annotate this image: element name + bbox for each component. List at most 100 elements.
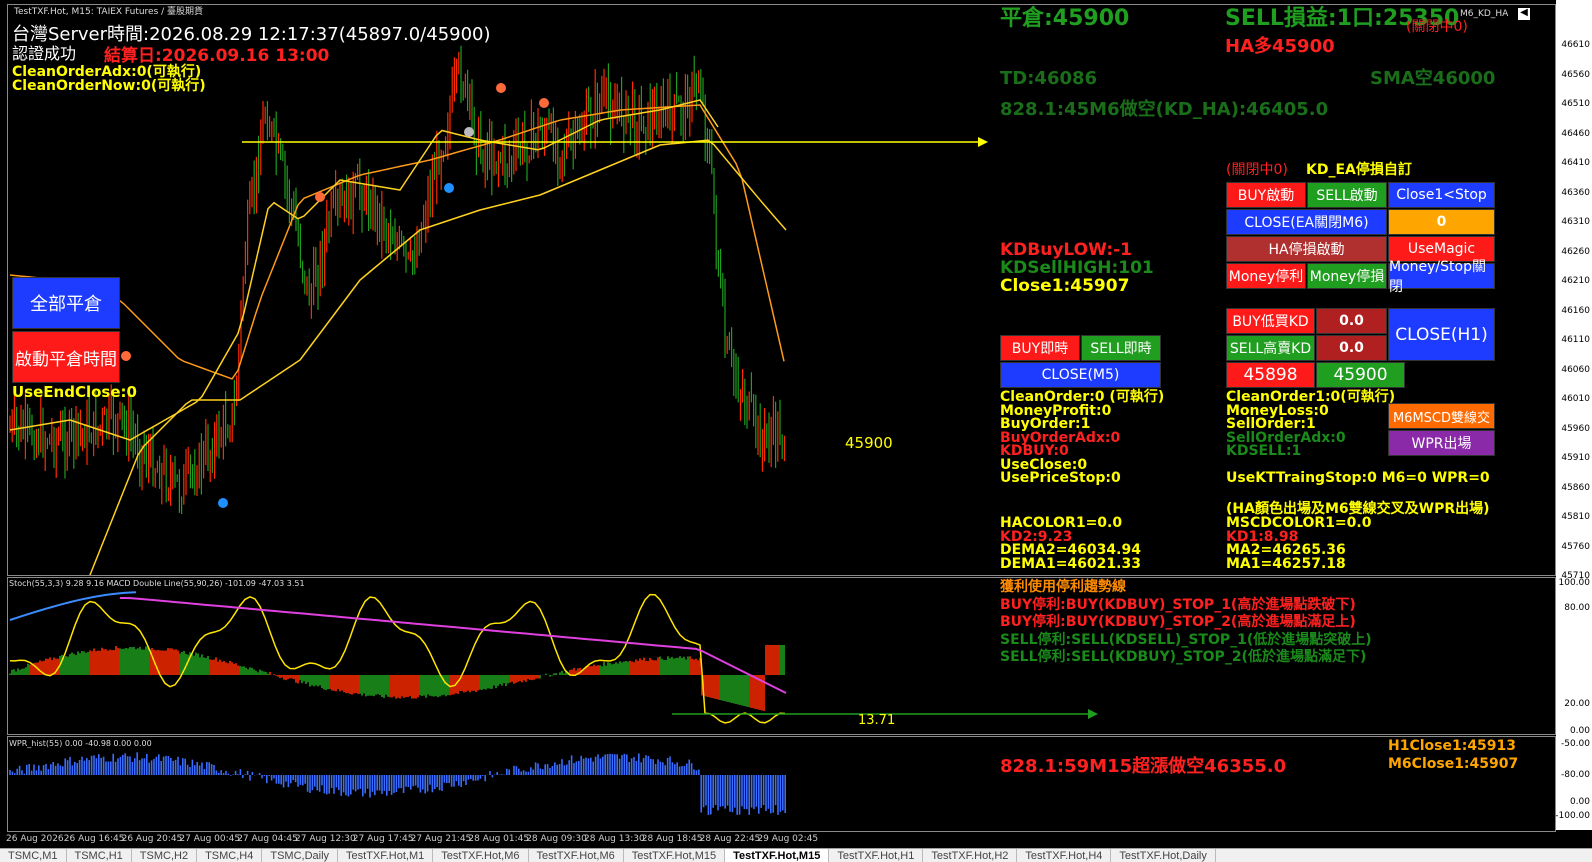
buy-low-kd-button[interactable]: BUY低買KD — [1226, 308, 1315, 334]
m6-close-info: M6Close1:45907 — [1388, 756, 1519, 772]
ha-label: HA多45900 — [1225, 36, 1335, 57]
trendline-arrowhead — [978, 137, 988, 147]
price-axis-tick: 46260 — [1561, 246, 1590, 257]
td-value: TD:46086 — [1000, 68, 1098, 89]
stats-right-item: KDSELL:1 — [1226, 443, 1302, 459]
price-axis-tick: 45760 — [1561, 541, 1590, 552]
buy-start-button[interactable]: BUY啟動 — [1226, 182, 1306, 208]
price-axis-tick: 45910 — [1561, 453, 1590, 463]
price-axis-tick: 46010 — [1561, 394, 1590, 404]
ea-zero-field[interactable]: 0 — [1388, 209, 1495, 235]
buy-now-button[interactable]: BUY即時 — [1000, 335, 1080, 361]
chart-tab[interactable]: TestTXF.Hot,M15 — [725, 849, 830, 862]
window-title: TestTXF.Hot, M15: TAIEX Futures / 臺股期貨 — [14, 7, 204, 17]
chart-tab[interactable]: TSMC,M1 — [0, 849, 67, 862]
time-axis-label: 26 Aug 2026 — [6, 834, 64, 844]
signal-marker — [464, 127, 474, 137]
price-axis[interactable]: 46610 46560 46510 46460 46410 46360 46310 46260… — [1555, 0, 1592, 830]
macd-histogram-group — [9, 645, 785, 711]
time-axis-label: 29 Aug 02:45 — [757, 834, 819, 844]
kd-buy-low: KDBuyLOW:-1 — [1000, 240, 1133, 260]
chart-tab[interactable]: TestTXF.Hot,M15 — [624, 849, 726, 862]
sell-now-button[interactable]: SELL即時 — [1081, 335, 1161, 361]
time-axis-label: 27 Aug 21:45 — [410, 834, 472, 844]
signal-marker — [315, 192, 325, 202]
ha-note: (HA顏色出場及M6雙線交叉及WPR出場) — [1226, 501, 1490, 517]
stats-right-item: CleanOrder1:0(可執行) — [1226, 389, 1396, 405]
sub1-axis-tick: 0.00 — [1569, 726, 1590, 736]
closed-tag: (關閉中0) — [1406, 19, 1468, 35]
settle-date: 結算日:2026.09.16 13:00 — [104, 46, 330, 66]
chart-tab[interactable]: TSMC,Daily — [262, 849, 339, 862]
price-axis-tick: 45860 — [1561, 482, 1590, 493]
price-axis-tick: 46610 — [1561, 40, 1590, 50]
money-loss-button[interactable]: Money停損 — [1307, 263, 1387, 289]
time-axis-label: 27 Aug 00:45 — [179, 834, 241, 844]
trailing-status: UseKTTraingStop:0 M6=0 WPR=0 — [1226, 470, 1490, 486]
chart-tab[interactable]: TestTXF.Hot,M6 — [529, 849, 624, 862]
close-ea-button[interactable]: CLOSE(EA關閉M6) — [1226, 209, 1387, 235]
price-b-field[interactable]: 45900 — [1316, 362, 1405, 388]
money-stop-button[interactable]: Money/Stop關閉 — [1388, 259, 1495, 295]
h1-close-info: H1Close1:45913 — [1388, 738, 1517, 754]
ind-right-item: MA1=46257.18 — [1226, 555, 1346, 572]
price-axis-tick: 45960 — [1561, 423, 1590, 434]
price-a-field[interactable]: 45898 — [1226, 362, 1315, 388]
sub1-caption: Stoch(55,3,3) 9.28 9.16 MACD Double Line… — [9, 579, 305, 588]
chart-tab[interactable]: TestTXF.Hot,H4 — [1017, 849, 1112, 862]
close-all-button[interactable]: 全部平倉 — [12, 277, 120, 329]
wpr-exit-button[interactable]: WPR出場 — [1388, 430, 1495, 456]
chart-tab[interactable]: TSMC,H2 — [132, 849, 198, 862]
scroll-arrow-icon[interactable]: ◀ — [1518, 8, 1530, 20]
ha-stop-button[interactable]: HA停損啟動 — [1226, 236, 1387, 262]
time-axis-label: 28 Aug 09:30 — [526, 834, 587, 844]
chart-tab[interactable]: TestTXF.Hot,H2 — [923, 849, 1018, 862]
clean-order-adx: CleanOrderAdx:0(可執行) — [12, 64, 202, 80]
stats-left-item: BuyOrder:1 — [1000, 416, 1091, 432]
stoch-blue-line — [9, 591, 137, 621]
price-axis-tick: 45810 — [1561, 512, 1590, 522]
stats-left-item: CleanOrder:0 (可執行) — [1000, 389, 1165, 405]
m15-short-info: 828.1:59M15超漲做空46355.0 — [1000, 756, 1287, 777]
macd-value-label: 13.71 — [858, 713, 896, 728]
m6-cross-button[interactable]: M6MSCD雙線交 — [1388, 403, 1495, 429]
price-axis-tick: 46160 — [1561, 305, 1590, 316]
ind-right-item: MSCDCOLOR1=0.0 — [1226, 515, 1372, 531]
sell-high-kd-button[interactable]: SELL高賣KD — [1226, 335, 1315, 361]
money-profit-button[interactable]: Money停利 — [1226, 263, 1306, 289]
ea-title: KD_EA停損自訂 — [1306, 162, 1412, 178]
start-close-time-button[interactable]: 啟動平倉時間 — [12, 331, 120, 383]
chart-tab[interactable]: TSMC,H1 — [67, 849, 132, 862]
time-axis-label: 26 Aug 16:45 — [63, 834, 125, 844]
profit-rules-item: SELL停利:SELL(KDBUY)_STOP_2(低於進場點滿足下) — [1000, 649, 1367, 665]
profit-rules-item: SELL停利:SELL(KDSELL)_STOP_1(低於進場點突破上) — [1000, 631, 1372, 648]
chart-tab[interactable]: TestTXF.Hot,M1 — [338, 849, 434, 862]
time-axis-label: 28 Aug 01:45 — [468, 834, 530, 844]
price-axis-tick: 46460 — [1561, 128, 1590, 139]
time-axis-label: 28 Aug 13:30 — [584, 834, 645, 844]
close-stop-button[interactable]: Close1<Stop — [1388, 182, 1495, 208]
time-axis-label: 27 Aug 12:30 — [295, 834, 356, 844]
sell-kd-value[interactable]: 0.0 — [1316, 335, 1387, 361]
price-label: 45900 — [845, 434, 893, 452]
profit-rules-item: 獲利使用停利趨勢線 — [1000, 579, 1126, 595]
time-axis-label: 26 Aug 20:45 — [121, 834, 183, 844]
close-h1-button[interactable]: CLOSE(H1) — [1388, 308, 1495, 361]
close1-value: Close1:45907 — [1000, 276, 1130, 296]
sub1-axis-tick: 100.00 — [1558, 578, 1591, 588]
buy-kd-value[interactable]: 0.0 — [1316, 308, 1387, 334]
chart-tab[interactable]: TestTXF.Hot,H1 — [829, 849, 924, 862]
chart-tab[interactable]: TestTXF.Hot,M6 — [433, 849, 529, 862]
chart-tab[interactable]: TestTXF.Hot,Daily — [1111, 849, 1216, 862]
close-m5-button[interactable]: CLOSE(M5) — [1000, 362, 1161, 388]
chart-tab[interactable]: TSMC,H4 — [197, 849, 263, 862]
time-axis[interactable]: 26 Aug 2026 26 Aug 16:45 26 Aug 20:45 27 Au… — [0, 832, 1556, 848]
chart-window: TestTXF.Hot, M15: TAIEX Futures / 臺股期貨 M… — [0, 0, 1592, 862]
stats-left-item: KDBUY:0 — [1000, 443, 1069, 459]
m6-line: 828.1:45M6做空(KD_HA):46405.0 — [1000, 99, 1329, 120]
ea-closed-tag: (關閉中0) — [1226, 162, 1288, 178]
wpr-histogram-group — [9, 752, 787, 815]
price-axis-tick: 46110 — [1561, 335, 1590, 345]
stats-left-item: UsePriceStop:0 — [1000, 470, 1121, 486]
sell-start-button[interactable]: SELL啟動 — [1307, 182, 1387, 208]
